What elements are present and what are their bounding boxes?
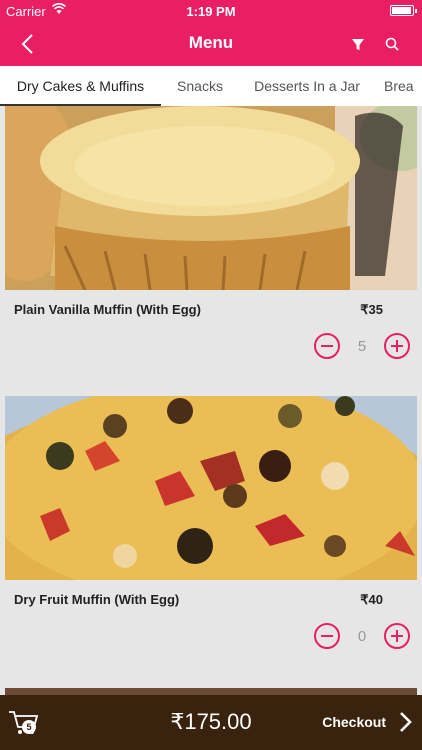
filter-icon[interactable]	[350, 35, 366, 53]
product-card[interactable]: Dry Fruit Muffin (With Egg) ₹40 0	[5, 396, 417, 682]
product-name: Plain Vanilla Muffin (With Egg)	[14, 302, 201, 317]
product-card[interactable]: Plain Vanilla Muffin (With Egg) ₹35 5	[5, 106, 417, 390]
quantity-value: 0	[357, 628, 367, 645]
cart-bar: 5 ₹175.00 Checkout	[0, 695, 422, 750]
plus-icon[interactable]	[384, 333, 410, 359]
category-tabs: Dry Cakes & Muffins Snacks Desserts In a…	[0, 66, 422, 106]
tab-dry-cakes-muffins[interactable]: Dry Cakes & Muffins	[0, 66, 161, 106]
battery-icon	[390, 5, 417, 16]
quantity-value: 5	[357, 338, 367, 355]
plus-icon[interactable]	[384, 623, 410, 649]
tab-desserts-in-a-jar[interactable]: Desserts In a Jar	[248, 66, 366, 106]
chevron-right-icon[interactable]	[399, 711, 413, 733]
tab-snacks[interactable]: Snacks	[166, 66, 234, 106]
quantity-stepper: 5	[314, 333, 410, 361]
product-price: ₹35	[360, 302, 383, 317]
search-icon[interactable]	[384, 35, 400, 53]
minus-icon[interactable]	[314, 333, 340, 359]
quantity-stepper: 0	[314, 623, 410, 651]
product-name: Dry Fruit Muffin (With Egg)	[14, 592, 180, 607]
product-image	[5, 396, 417, 580]
minus-icon[interactable]	[314, 623, 340, 649]
status-time: 1:19 PM	[186, 4, 236, 19]
nav-bar: Menu	[0, 22, 422, 66]
status-bar: Carrier 1:19 PM	[0, 0, 422, 22]
tab-breads[interactable]: Brea	[384, 66, 422, 106]
checkout-button[interactable]: Checkout	[322, 714, 386, 730]
product-price: ₹40	[360, 592, 383, 607]
product-image	[5, 106, 417, 290]
